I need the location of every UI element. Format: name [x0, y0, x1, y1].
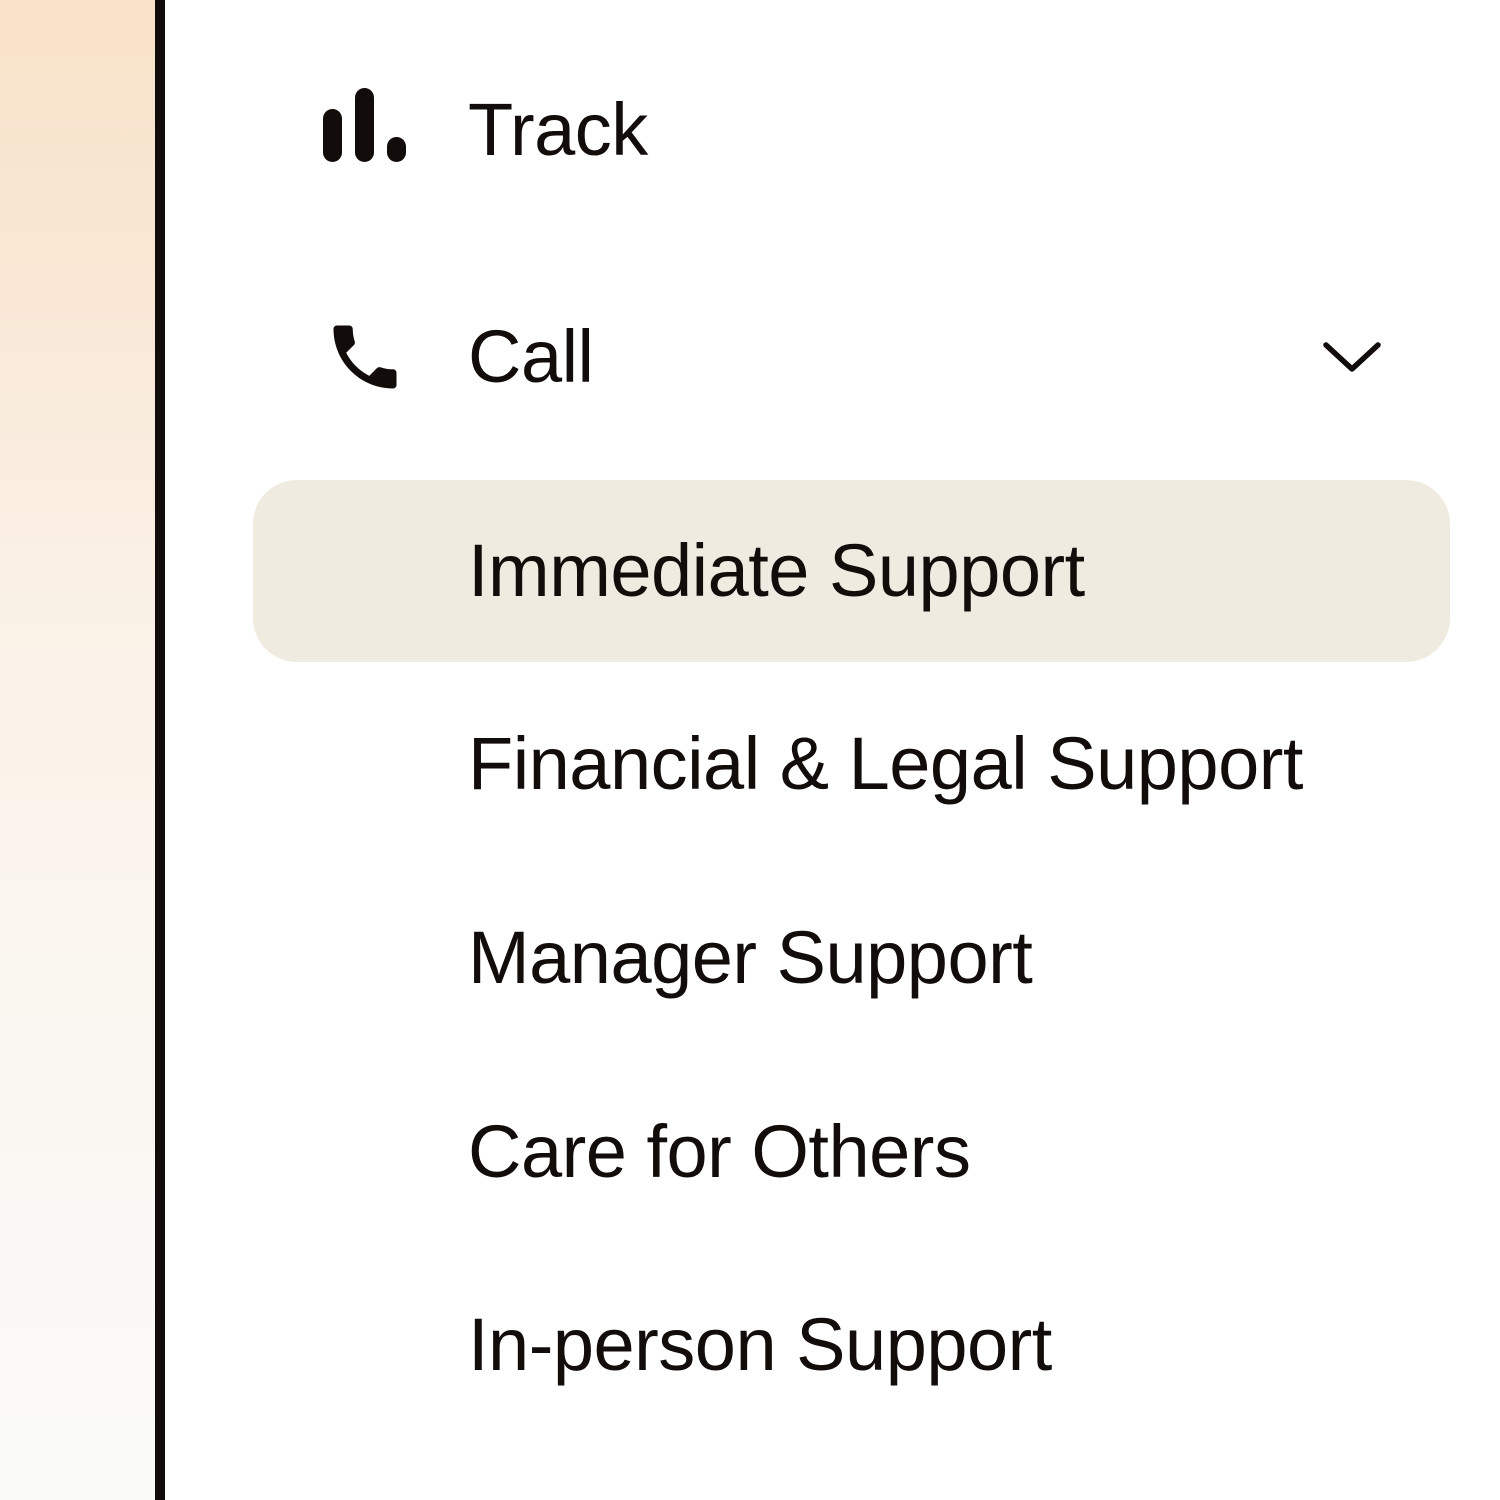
- submenu-item-financial-legal-support[interactable]: Financial & Legal Support: [253, 673, 1450, 855]
- submenu-item-immediate-support[interactable]: Immediate Support: [253, 480, 1450, 662]
- nav-item-label: Track: [468, 88, 648, 171]
- submenu-item-label: Manager Support: [468, 916, 1033, 999]
- panel-divider: [155, 0, 165, 1500]
- submenu-item-care-for-others[interactable]: Care for Others: [253, 1061, 1450, 1243]
- nav-item-label: Call: [468, 315, 594, 398]
- submenu-item-in-person-support[interactable]: In-person Support: [253, 1254, 1450, 1436]
- nav-item-track[interactable]: Track: [165, 70, 1500, 190]
- left-panel: [0, 0, 155, 1500]
- bar-chart-icon: [323, 88, 406, 162]
- nav-item-call[interactable]: Call: [165, 297, 1500, 417]
- chevron-down-icon[interactable]: [1320, 337, 1384, 377]
- phone-icon: [333, 325, 397, 389]
- sidebar-nav: Track Call Immediate Support Financial &…: [165, 0, 1500, 1500]
- submenu-item-label: Care for Others: [468, 1110, 971, 1193]
- submenu-item-label: Financial & Legal Support: [468, 722, 1303, 805]
- submenu-item-manager-support[interactable]: Manager Support: [253, 867, 1450, 1049]
- submenu-item-label: Immediate Support: [468, 529, 1085, 612]
- submenu-item-label: In-person Support: [468, 1303, 1052, 1386]
